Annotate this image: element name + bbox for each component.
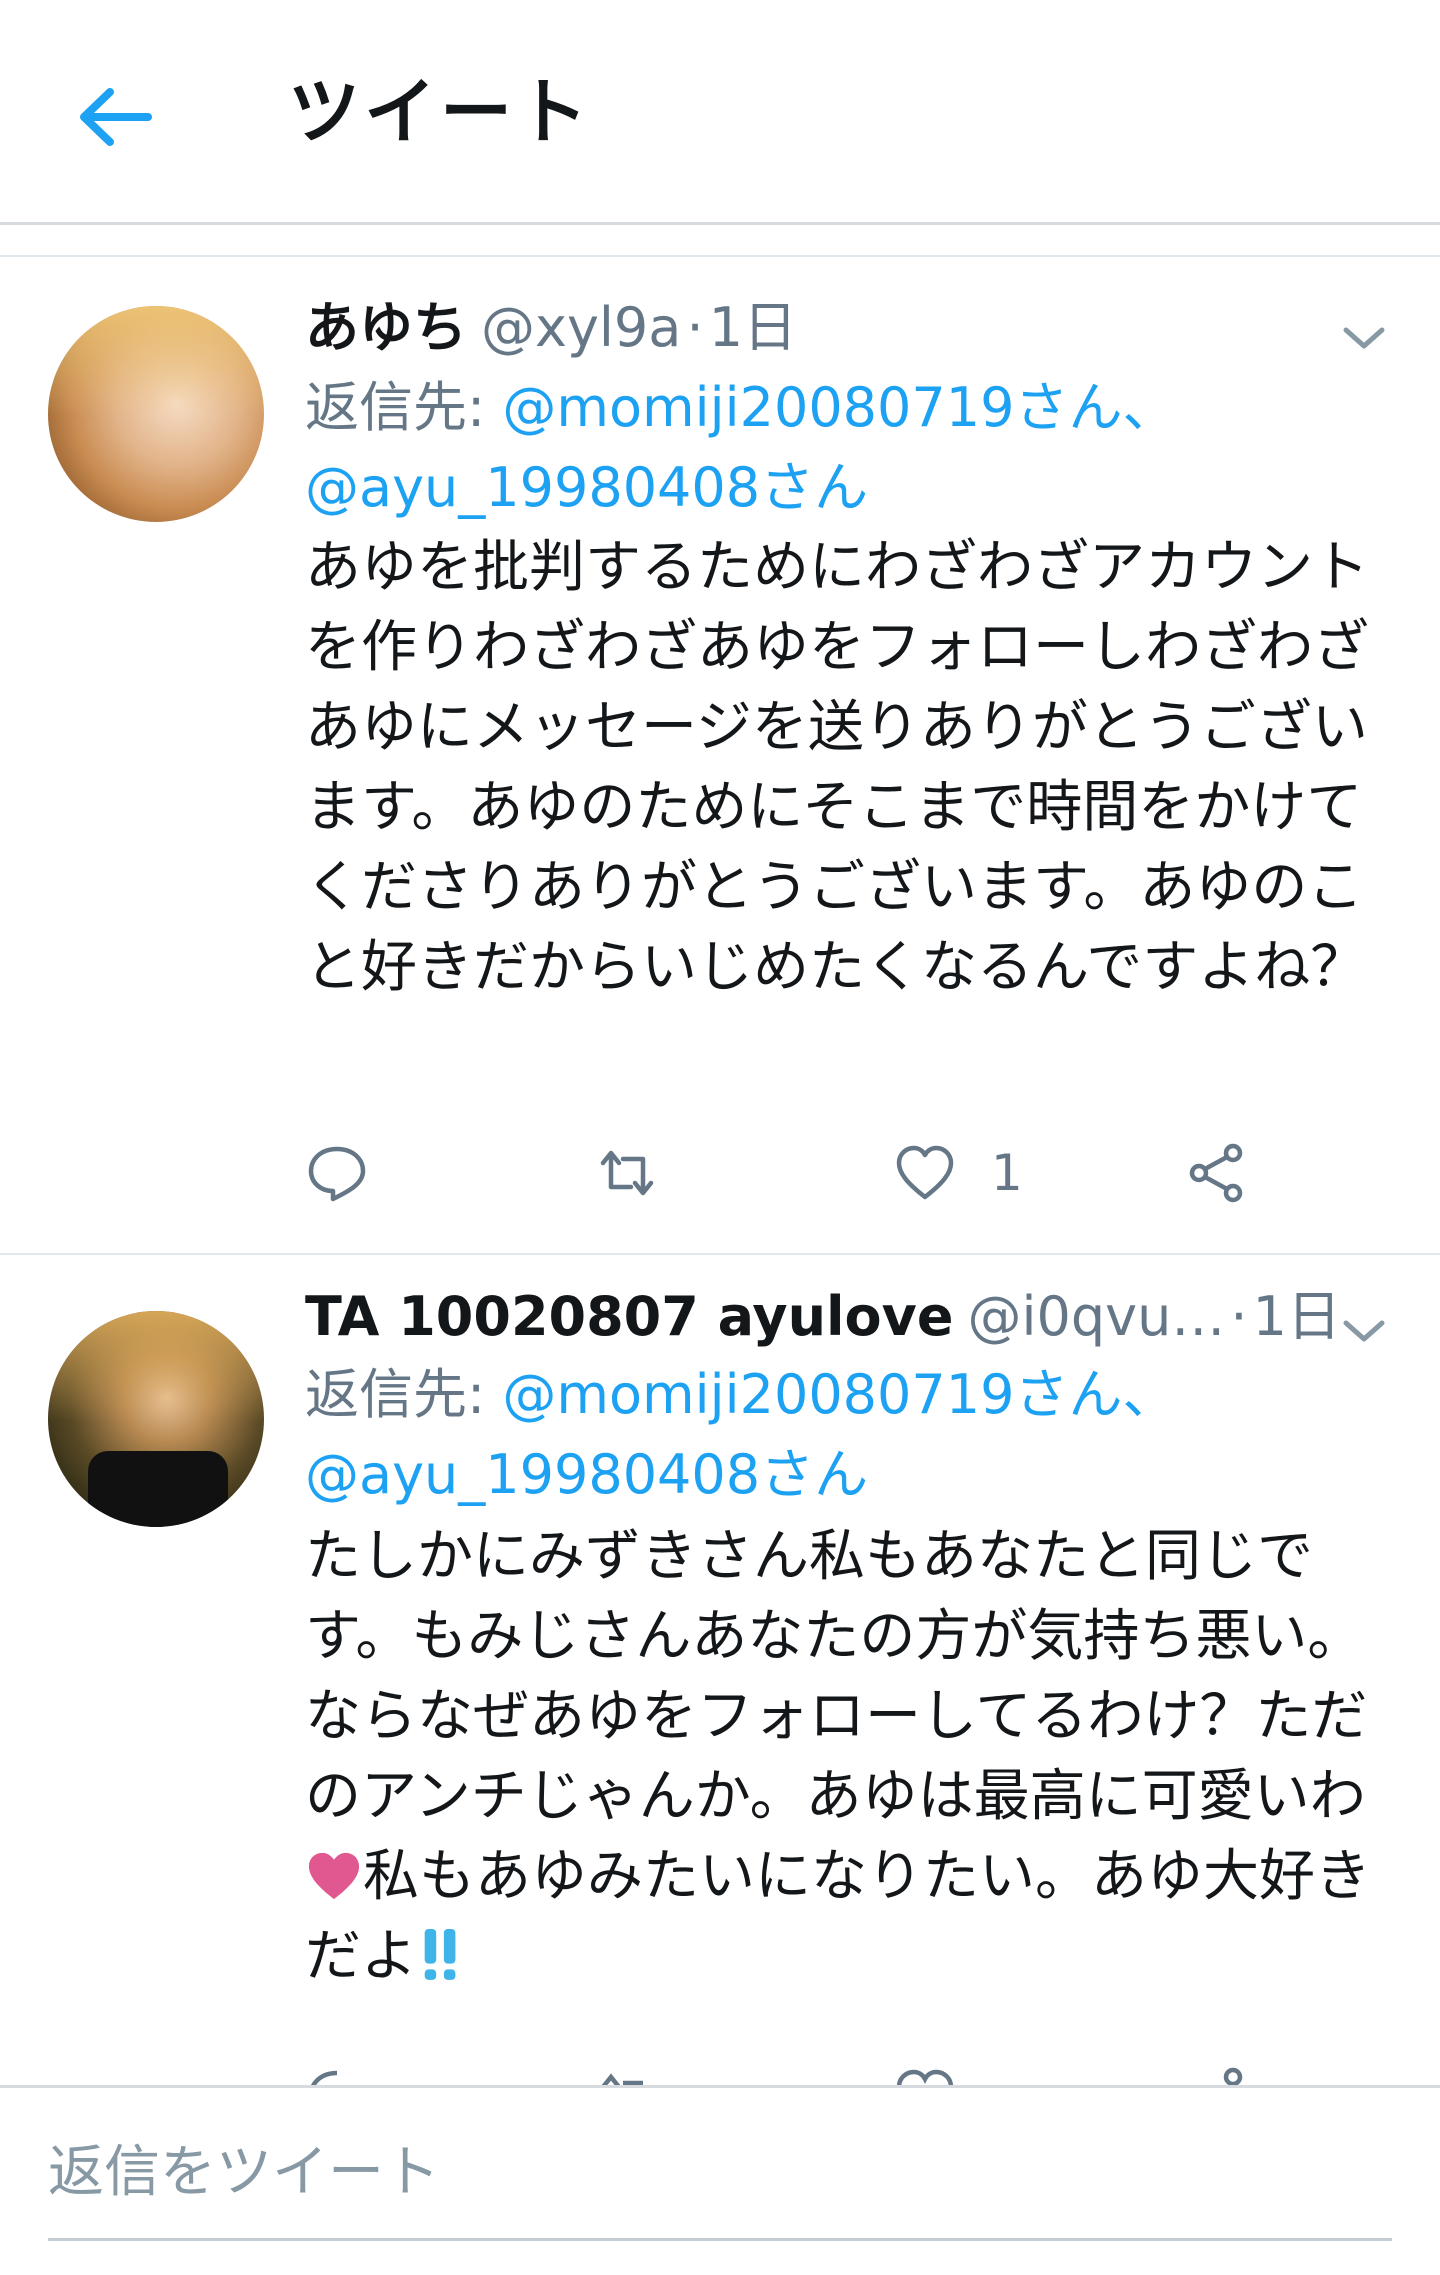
tweet-text: あゆを批判するためにわざわざアカウントを作りわざわざあゆをフォローしわざわざあゆ… [305,535,1369,1000]
heart-emoji [308,1852,360,1900]
tweet-header: TA 10020807 ayulove @i0qvu… · 1日 [305,1277,1341,1357]
user-handle: @xyl9a [481,296,682,359]
tweet[interactable]: あゆち @xyl9a · 1日 返信先: @momiji20080719さん、 @… [0,258,1440,1255]
tweet-actions-peek [305,2050,1305,2085]
reply-icon [308,1146,366,1202]
user-name[interactable]: あゆち [305,296,467,359]
separator: · [686,296,704,359]
mention-link[interactable]: @momiji20080719さん、 [502,376,1176,439]
top-bar: ツイート [0,0,1440,225]
heart-icon [896,1145,954,1200]
user-handle: @i0qvu… [967,1285,1226,1348]
avatar[interactable] [48,306,264,522]
separator: · [1230,1285,1248,1348]
reply-to: 返信先: @momiji20080719さん、 @ayu_19980408さん [305,1355,1405,1515]
share-icon [1189,1143,1243,1203]
reply-icon [311,2070,338,2085]
tweet-text: たしかにみずきさん私もあなたと同じです。もみじさんあなたの方が気持ち悪い。ならな… [305,1517,1405,1997]
mention-link[interactable]: @momiji20080719さん、 [502,1363,1176,1426]
reply-to: 返信先: @momiji20080719さん、 @ayu_19980408さん [305,368,1405,528]
reply-prefix: 返信先: [305,376,503,439]
divider [0,225,1440,257]
like-button[interactable]: 1 [893,1128,1023,1218]
mention-link[interactable]: @ayu_19980408さん [305,1443,868,1506]
chevron-down-icon[interactable] [1336,1303,1392,1359]
reply-button[interactable] [305,1128,369,1218]
page-title: ツイート [288,70,593,154]
retweet-icon [600,1150,654,1196]
user-name[interactable]: TA 10020807 ayulove [305,1285,953,1348]
tweet[interactable]: TA 10020807 ayulove @i0qvu… · 1日 返信先: @mo… [0,1255,1440,2085]
reply-bar [0,2085,1440,2275]
tweet-text-part: たしかにみずきさん私もあなたと同じです。もみじさんあなたの方が気持ち悪い。ならな… [305,1524,1368,1829]
reply-input[interactable] [48,2108,1392,2241]
chevron-down-icon[interactable] [1336,310,1392,366]
tweet-actions: 1 [305,1128,1305,1218]
share-button[interactable] [1185,1128,1249,1218]
retweet-button[interactable] [595,1128,659,1218]
tweet-header: あゆち @xyl9a · 1日 [305,288,797,368]
like-count: 1 [991,1144,1023,1202]
heart-icon [896,2069,954,2085]
arrow-left-icon [80,88,152,146]
avatar[interactable] [48,1311,264,1527]
retweet-icon [601,2073,643,2085]
timestamp: 1日 [708,296,798,359]
back-button[interactable] [70,72,160,162]
share-icon [1223,2067,1243,2085]
reply-prefix: 返信先: [305,1363,503,1426]
double-exclamation-emoji [424,1929,456,1980]
timestamp: 1日 [1252,1285,1342,1348]
mention-link[interactable]: @ayu_19980408さん [305,456,868,519]
